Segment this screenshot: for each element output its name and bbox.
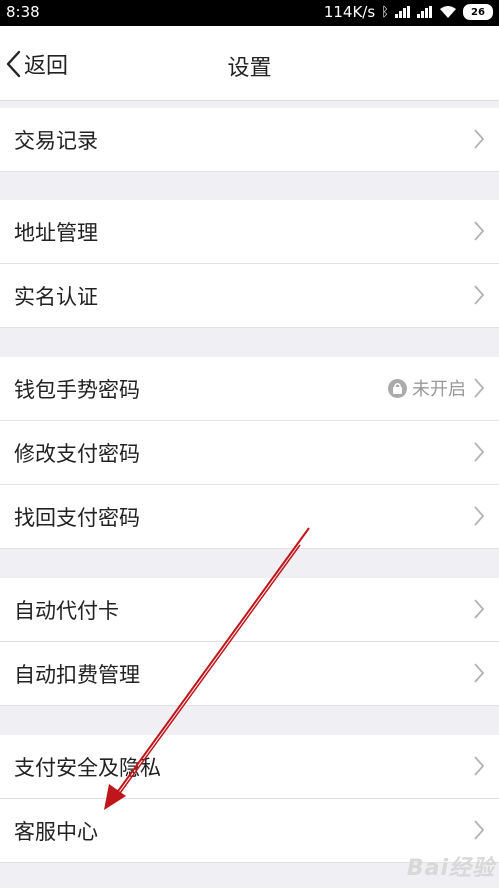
- row-label: 自动代付卡: [14, 599, 119, 623]
- signal-icon: [395, 6, 411, 18]
- lock-icon: [388, 378, 407, 398]
- row-recover-pay-password[interactable]: 找回支付密码: [0, 485, 499, 549]
- watermark: Bai经验: [406, 856, 495, 881]
- chevron-right-icon: [474, 506, 485, 526]
- row-auto-pay-card[interactable]: 自动代付卡: [0, 578, 499, 642]
- row-label: 支付安全及隐私: [14, 756, 161, 780]
- status-text: 未开启: [412, 379, 466, 400]
- row-label: 修改支付密码: [14, 442, 140, 466]
- chevron-right-icon: [474, 599, 485, 619]
- row-label: 钱包手势密码: [14, 378, 140, 402]
- bluetooth-icon: ᛒ: [381, 4, 389, 20]
- signal-icon-2: [417, 6, 433, 18]
- row-label: 自动扣费管理: [14, 663, 140, 687]
- row-label: 客服中心: [14, 820, 98, 844]
- chevron-right-icon: [474, 221, 485, 241]
- row-label: 地址管理: [14, 221, 98, 245]
- status-right: 114K/s ᛒ 26: [324, 3, 493, 21]
- row-transaction-records[interactable]: 交易记录: [0, 108, 499, 172]
- row-label: 交易记录: [14, 129, 98, 153]
- row-real-name-auth[interactable]: 实名认证: [0, 264, 499, 328]
- row-payment-security-privacy[interactable]: 支付安全及隐私: [0, 735, 499, 799]
- gesture-status: 未开启: [388, 375, 466, 401]
- row-label: 实名认证: [14, 285, 98, 309]
- chevron-right-icon: [474, 378, 485, 398]
- status-time: 8:38: [6, 3, 40, 21]
- header: 返回 设置: [0, 26, 499, 101]
- battery-icon: 26: [463, 4, 493, 20]
- row-wallet-gesture-password[interactable]: 钱包手势密码 未开启: [0, 357, 499, 421]
- row-address-management[interactable]: 地址管理: [0, 200, 499, 264]
- row-change-pay-password[interactable]: 修改支付密码: [0, 421, 499, 485]
- chevron-right-icon: [474, 820, 485, 840]
- page-title: 设置: [227, 56, 272, 81]
- status-bar: 8:38 114K/s ᛒ 26: [0, 0, 499, 26]
- chevron-right-icon: [474, 285, 485, 305]
- chevron-right-icon: [474, 129, 485, 149]
- chevron-right-icon: [474, 442, 485, 462]
- row-label: 找回支付密码: [14, 506, 140, 530]
- wifi-icon: [440, 6, 456, 18]
- chevron-right-icon: [474, 756, 485, 776]
- row-auto-deduction[interactable]: 自动扣费管理: [0, 642, 499, 706]
- chevron-right-icon: [474, 663, 485, 683]
- net-speed: 114K/s: [323, 3, 376, 21]
